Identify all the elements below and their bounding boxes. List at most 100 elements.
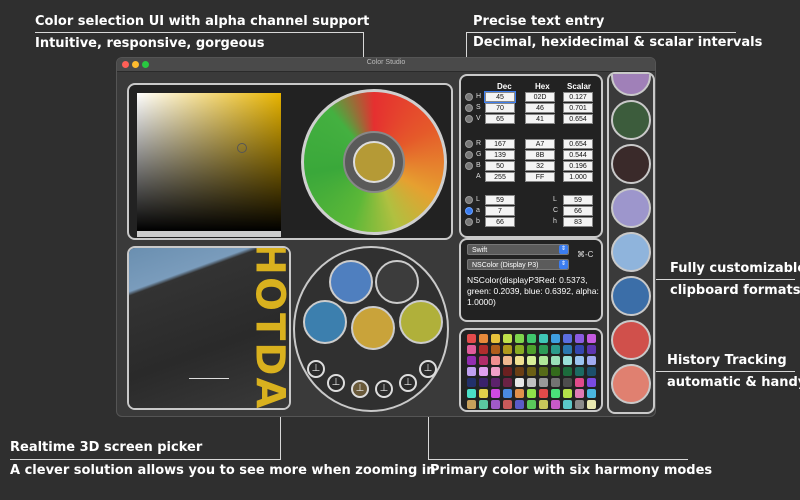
palette-swatch[interactable] (503, 378, 512, 387)
dec-field[interactable]: 66 (485, 217, 515, 227)
palette-swatch[interactable] (491, 378, 500, 387)
scalar-field[interactable]: 0.544 (563, 150, 593, 160)
palette-swatch[interactable] (479, 367, 488, 376)
radio-icon[interactable] (465, 140, 473, 148)
dec-field[interactable]: 45 (484, 91, 516, 103)
hex-field[interactable]: 46 (525, 103, 555, 113)
history-swatch[interactable] (611, 188, 651, 228)
scalar-field[interactable]: 1.000 (563, 172, 593, 182)
scalar-field[interactable]: 66 (563, 206, 593, 216)
harmony-swatch-mixed[interactable] (375, 260, 419, 304)
dec-field[interactable]: 139 (485, 150, 515, 160)
hex-field[interactable]: 02D (525, 92, 555, 102)
palette-swatch[interactable] (503, 345, 512, 354)
harmony-mode-icon[interactable]: ⊥ (307, 360, 325, 378)
palette-swatch[interactable] (539, 378, 548, 387)
palette-swatch[interactable] (563, 367, 572, 376)
history-swatch[interactable] (611, 320, 651, 360)
palette-swatch[interactable] (551, 334, 560, 343)
history-swatch[interactable] (611, 232, 651, 272)
hex-field[interactable]: 32 (525, 161, 555, 171)
palette-swatch[interactable] (515, 356, 524, 365)
language-select[interactable]: Swift ⇕ (467, 244, 569, 255)
palette-swatch[interactable] (503, 367, 512, 376)
palette-swatch[interactable] (551, 356, 560, 365)
history-swatch[interactable] (611, 100, 651, 140)
history-swatch[interactable] (611, 144, 651, 184)
palette-swatch[interactable] (503, 356, 512, 365)
palette-swatch[interactable] (563, 356, 572, 365)
hex-field[interactable]: 41 (525, 114, 555, 124)
history-swatch[interactable] (611, 276, 651, 316)
palette-swatch[interactable] (515, 389, 524, 398)
palette-swatch[interactable] (575, 367, 584, 376)
palette-swatch[interactable] (587, 356, 596, 365)
palette-swatch[interactable] (563, 378, 572, 387)
palette-swatch[interactable] (539, 400, 548, 409)
palette-swatch[interactable] (467, 378, 476, 387)
dec-field[interactable]: 167 (485, 139, 515, 149)
palette-swatch[interactable] (587, 334, 596, 343)
palette-swatch[interactable] (539, 334, 548, 343)
palette-swatch[interactable] (479, 356, 488, 365)
palette-swatch[interactable] (575, 356, 584, 365)
palette-swatch[interactable] (539, 367, 548, 376)
palette-swatch[interactable] (527, 367, 536, 376)
palette-swatch[interactable] (575, 400, 584, 409)
palette-swatch[interactable] (575, 345, 584, 354)
palette-swatch[interactable] (491, 334, 500, 343)
palette-swatch[interactable] (479, 389, 488, 398)
palette-swatch[interactable] (587, 367, 596, 376)
palette-swatch[interactable] (527, 389, 536, 398)
palette-swatch[interactable] (527, 356, 536, 365)
palette-swatch[interactable] (491, 345, 500, 354)
palette-swatch[interactable] (539, 345, 548, 354)
palette-swatch[interactable] (587, 345, 596, 354)
radio-icon[interactable] (465, 93, 473, 101)
scalar-field[interactable]: 0.701 (563, 103, 593, 113)
harmony-mode-icon[interactable]: ⊥ (399, 374, 417, 392)
palette-swatch[interactable] (587, 378, 596, 387)
harmony-swatch-3[interactable] (399, 300, 443, 344)
dec-field[interactable]: 70 (485, 103, 515, 113)
palette-swatch[interactable] (503, 389, 512, 398)
history-swatch[interactable] (611, 74, 651, 96)
scalar-field[interactable]: 0.654 (563, 114, 593, 124)
palette-swatch[interactable] (551, 400, 560, 409)
harmony-mode-icon[interactable]: ⊥ (419, 360, 437, 378)
palette-swatch[interactable] (491, 356, 500, 365)
palette-swatch[interactable] (575, 334, 584, 343)
palette-swatch[interactable] (563, 389, 572, 398)
palette-swatch[interactable] (551, 345, 560, 354)
scalar-field[interactable]: 83 (563, 217, 593, 227)
palette-swatch[interactable] (515, 334, 524, 343)
history-swatch[interactable] (611, 364, 651, 404)
harmony-swatch-1[interactable] (329, 260, 373, 304)
palette-swatch[interactable] (527, 400, 536, 409)
palette-swatch[interactable] (587, 400, 596, 409)
radio-icon[interactable] (465, 151, 473, 159)
palette-swatch[interactable] (479, 345, 488, 354)
palette-swatch[interactable] (575, 378, 584, 387)
palette-swatch[interactable] (527, 334, 536, 343)
palette-swatch[interactable] (491, 389, 500, 398)
palette-swatch[interactable] (467, 345, 476, 354)
palette-swatch[interactable] (467, 334, 476, 343)
palette-swatch[interactable] (503, 400, 512, 409)
screen-picker-panel[interactable]: HOTDA (127, 246, 291, 410)
saturation-brightness-square[interactable] (137, 93, 281, 231)
palette-swatch[interactable] (539, 389, 548, 398)
palette-swatch[interactable] (527, 345, 536, 354)
palette-swatch[interactable] (551, 389, 560, 398)
radio-icon[interactable] (465, 115, 473, 123)
palette-swatch[interactable] (539, 356, 548, 365)
dec-field[interactable]: 255 (485, 172, 515, 182)
palette-swatch[interactable] (503, 334, 512, 343)
copy-shortcut-label[interactable]: ⌘-C (577, 250, 593, 259)
palette-swatch[interactable] (587, 389, 596, 398)
scalar-field[interactable]: 0.127 (563, 92, 593, 102)
hex-field[interactable]: 8B (525, 150, 555, 160)
palette-swatch[interactable] (467, 367, 476, 376)
hex-field[interactable]: A7 (525, 139, 555, 149)
radio-icon[interactable] (465, 196, 473, 204)
